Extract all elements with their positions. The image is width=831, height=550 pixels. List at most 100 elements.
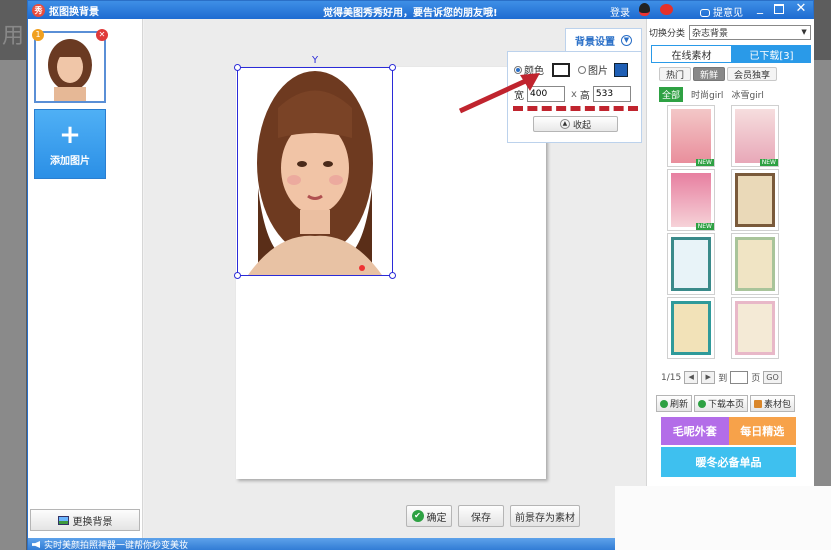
page-indicator: 1/15 bbox=[661, 372, 682, 383]
window-title: 抠图换背景 bbox=[49, 6, 99, 18]
qq-icon[interactable] bbox=[639, 3, 650, 16]
status-text[interactable]: 实时美颜拍照神器一键帮你秒变美妆 bbox=[44, 538, 188, 550]
new-badge: NEW bbox=[759, 159, 778, 166]
confirm-label: 确定 bbox=[426, 512, 447, 524]
chevron-down-icon: ▼ bbox=[621, 35, 632, 46]
resize-handle-bottom-right[interactable] bbox=[389, 272, 396, 279]
material-tile[interactable]: NEW bbox=[667, 169, 715, 231]
image-thumbnail[interactable]: 1 ✕ bbox=[32, 29, 108, 103]
banner-left-text: 毛呢外套 bbox=[661, 417, 729, 445]
picture-radio[interactable] bbox=[578, 65, 586, 74]
picture-radio-label: 图片 bbox=[588, 66, 608, 77]
category-fashion-girl[interactable]: 时尚girl bbox=[691, 88, 723, 101]
confirm-button[interactable]: ✔ 确定 bbox=[406, 505, 452, 527]
tab-downloaded[interactable]: 已下载[3] bbox=[732, 45, 811, 63]
ad-banner-top[interactable]: 毛呢外套 每日精选 bbox=[661, 417, 796, 445]
refresh-icon bbox=[660, 399, 668, 408]
category-select[interactable]: 杂志背景 ▼ bbox=[689, 25, 812, 40]
delete-thumbnail-icon[interactable]: ✕ bbox=[96, 29, 108, 41]
add-image-button[interactable]: + 添加图片 bbox=[34, 109, 106, 179]
height-input[interactable] bbox=[592, 86, 631, 102]
title-bar: 秀 抠图换背景 觉得美图秀秀好用，要告诉您的朋友哦! 登录 提意见 _ ✕ bbox=[28, 1, 813, 19]
filter-new[interactable]: 新鲜 bbox=[693, 67, 726, 81]
refresh-label: 刷新 bbox=[670, 400, 689, 410]
feedback-label: 提意见 bbox=[713, 8, 743, 19]
minimize-button[interactable]: _ bbox=[753, 1, 767, 16]
white-overlay-patch bbox=[615, 486, 831, 550]
tab-online-material[interactable]: 在线素材 bbox=[651, 45, 732, 63]
replace-background-button[interactable]: 更换背景 bbox=[30, 509, 140, 531]
material-pack-label: 素材包 bbox=[764, 400, 792, 410]
height-label: 高 bbox=[579, 90, 590, 102]
material-tile[interactable] bbox=[731, 169, 779, 231]
feedback-link[interactable]: 提意见 bbox=[700, 4, 743, 19]
prev-page-icon[interactable]: ◀ bbox=[684, 371, 699, 384]
package-icon bbox=[754, 399, 763, 408]
download-page-label: 下载本页 bbox=[708, 400, 745, 410]
maximize-button[interactable] bbox=[774, 4, 784, 14]
material-tile[interactable] bbox=[731, 297, 779, 359]
background-settings-label: 背景设置 bbox=[575, 37, 615, 48]
red-arrow-annotation bbox=[458, 73, 540, 114]
goto-label: 到 bbox=[718, 374, 728, 384]
category-select-value: 杂志背景 bbox=[692, 29, 729, 39]
resize-handle-top-left[interactable] bbox=[234, 64, 241, 71]
backdrop-text: 用 bbox=[2, 24, 25, 49]
page-input[interactable] bbox=[730, 371, 749, 384]
filter-hot[interactable]: 热门 bbox=[659, 67, 692, 81]
collapse-label: 收起 bbox=[572, 120, 591, 131]
material-tile[interactable] bbox=[667, 233, 715, 295]
next-page-icon[interactable]: ▶ bbox=[701, 371, 716, 384]
save-label: 保存 bbox=[471, 512, 491, 524]
banner-right-text: 每日精选 bbox=[728, 417, 796, 445]
ad-banner-bottom[interactable]: 暖冬必备单品 bbox=[661, 447, 796, 477]
category-ice-girl[interactable]: 冰雪girl bbox=[731, 88, 763, 101]
chevron-up-icon: ▲ bbox=[559, 119, 570, 129]
picture-icon bbox=[57, 515, 69, 525]
weibo-icon[interactable] bbox=[660, 4, 673, 15]
save-as-material-label: 前景存为素材 bbox=[515, 512, 575, 524]
save-foreground-as-material-button[interactable]: 前景存为素材 bbox=[510, 505, 580, 527]
chat-icon bbox=[700, 9, 710, 17]
material-tile[interactable]: NEW bbox=[667, 105, 715, 167]
add-image-label: 添加图片 bbox=[50, 156, 90, 167]
material-tabs: 在线素材 已下载[3] bbox=[651, 45, 811, 63]
picture-select-icon[interactable] bbox=[614, 62, 628, 77]
background-settings-tab[interactable]: 背景设置 ▼ bbox=[565, 28, 642, 52]
replace-background-label: 更换背景 bbox=[72, 516, 113, 528]
material-tile[interactable] bbox=[667, 297, 715, 359]
times-sign: x bbox=[571, 88, 577, 100]
material-actions: 刷新 下载本页 素材包 bbox=[656, 395, 797, 412]
app-logo-icon: 秀 bbox=[32, 3, 45, 17]
login-link[interactable]: 登录 bbox=[610, 4, 630, 19]
plus-icon: + bbox=[59, 120, 81, 150]
category-all[interactable]: 全部 bbox=[659, 87, 684, 102]
go-button[interactable]: GO bbox=[763, 371, 782, 384]
close-button[interactable]: ✕ bbox=[794, 2, 808, 16]
collapse-button[interactable]: ▲ 收起 bbox=[533, 116, 618, 132]
portrait-photo-image bbox=[238, 68, 392, 275]
switch-category-label: 切换分类 bbox=[649, 29, 686, 39]
new-badge: NEW bbox=[695, 159, 714, 166]
category-switch-row: 切换分类 杂志背景 ▼ bbox=[649, 25, 812, 40]
portrait-thumbnail-image bbox=[36, 33, 104, 101]
resize-handle-top-right[interactable] bbox=[389, 64, 396, 71]
material-pack-button[interactable]: 素材包 bbox=[750, 395, 796, 412]
refresh-button[interactable]: 刷新 bbox=[656, 395, 693, 412]
new-badge: NEW bbox=[695, 223, 714, 230]
slogan-text: 觉得美图秀秀好用，要告诉您的朋友哦! bbox=[323, 8, 498, 19]
filter-vip[interactable]: 会员独享 bbox=[727, 67, 778, 81]
color-swatch[interactable] bbox=[552, 62, 570, 77]
cutout-background-window: 秀 抠图换背景 觉得美图秀秀好用，要告诉您的朋友哦! 登录 提意见 _ ✕ 1 … bbox=[27, 0, 814, 550]
rotate-handle-icon[interactable]: Y bbox=[312, 56, 320, 66]
page-unit-label: 页 bbox=[751, 374, 761, 384]
material-tile[interactable]: NEW bbox=[731, 105, 779, 167]
download-page-button[interactable]: 下载本页 bbox=[694, 395, 749, 412]
foreground-photo[interactable]: Y bbox=[234, 56, 396, 279]
material-tile[interactable] bbox=[731, 233, 779, 295]
resize-handle-bottom-left[interactable] bbox=[234, 272, 241, 279]
pagination: 1/15 ◀ ▶ 到 页 GO bbox=[661, 371, 782, 384]
left-panel: 1 ✕ + 添加图片 更换背景 bbox=[28, 19, 143, 538]
save-button[interactable]: 保存 bbox=[458, 505, 504, 527]
check-icon: ✔ bbox=[411, 510, 424, 522]
